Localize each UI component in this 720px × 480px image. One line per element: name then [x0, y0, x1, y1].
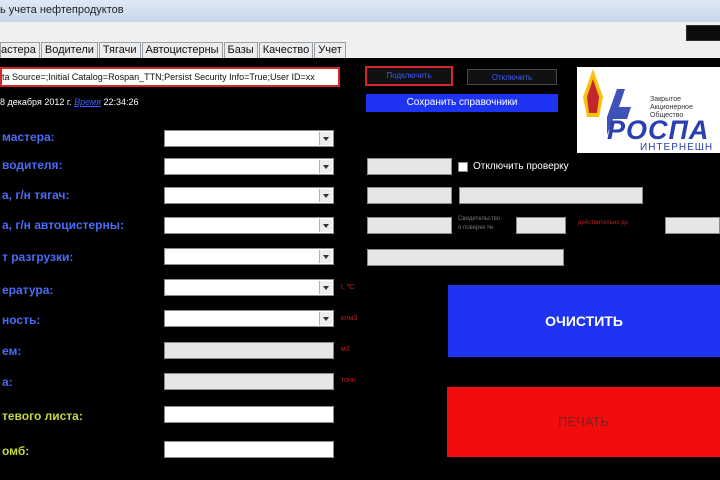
seals-label: омб: [2, 444, 30, 458]
driver-select[interactable] [164, 158, 334, 175]
connection-string-field[interactable]: ta Source=;Initial Catalog=Rospan_TTN;Pe… [0, 67, 340, 87]
tractor-select[interactable] [164, 187, 334, 204]
mass-field[interactable] [164, 373, 334, 390]
density-select[interactable] [164, 310, 334, 327]
tractor-label: а, г/н тягач: [2, 188, 70, 202]
tab-masters[interactable]: астера [0, 42, 40, 58]
tab-accounting[interactable]: Учет [314, 42, 346, 58]
certificate-label: Свидетельство о поверке № [458, 215, 500, 233]
unload-info-field[interactable] [367, 249, 564, 266]
certificate-label-line-1: Свидетельство [458, 216, 501, 222]
company-logo: Закрытое Акционерное Общество РОСПА ИНТЕ… [577, 67, 720, 153]
disable-check-label: Отключить проверку [473, 161, 569, 172]
certificate-label-line-2: о поверке № [458, 225, 494, 231]
tractor-id-field[interactable] [367, 187, 452, 204]
print-button[interactable]: ПЕЧАТЬ [447, 387, 720, 457]
unload-point-select[interactable] [164, 248, 334, 265]
tab-drivers[interactable]: Водители [40, 42, 98, 58]
volume-unit: м3 [341, 346, 350, 353]
driver-id-field[interactable] [367, 158, 452, 175]
unload-point-label: т разгрузки: [2, 250, 74, 264]
connection-string-text: ta Source=;Initial Catalog=Rospan_TTN;Pe… [2, 72, 315, 82]
volume-field[interactable] [164, 342, 334, 359]
volume-label: ем: [2, 344, 22, 358]
tab-tankers[interactable]: Автоцистерны [141, 42, 223, 58]
clear-button[interactable]: ОЧИСТИТЬ [448, 285, 720, 357]
mass-unit: тонн [341, 377, 356, 384]
title-bar: ь учета нефтепродуктов [0, 0, 720, 22]
chevron-down-icon[interactable] [319, 160, 332, 173]
current-time: 22:34:26 [103, 97, 139, 107]
seals-field[interactable] [164, 441, 334, 458]
chevron-down-icon[interactable] [319, 312, 332, 325]
tab-bases[interactable]: Базы [223, 42, 258, 58]
disconnect-button[interactable]: Отключить [467, 69, 557, 85]
current-date: 8 декабря 2012 г. [0, 97, 72, 107]
logo-text-line-1: Закрытое [650, 96, 682, 103]
window-title: ь учета нефтепродуктов [0, 4, 124, 16]
logo-text-line-2: Акционерное [650, 104, 693, 111]
disable-check-checkbox[interactable] [458, 162, 468, 172]
master-label: мастера: [2, 130, 55, 144]
temperature-label: ература: [2, 283, 54, 297]
temperature-select[interactable] [164, 279, 334, 296]
tanker-label: а, г/н автоцистерны: [2, 218, 124, 232]
save-dictionaries-button[interactable]: Сохранить справочники [366, 94, 558, 112]
master-select[interactable] [164, 130, 334, 147]
driver-label: водителя: [2, 158, 63, 172]
chevron-down-icon[interactable] [319, 281, 332, 294]
tanker-id-field[interactable] [367, 217, 452, 234]
certificate-number-field[interactable] [516, 217, 566, 234]
valid-until-field[interactable] [665, 217, 720, 234]
tab-tractors[interactable]: Тягачи [98, 42, 141, 58]
waybill-label: тевого листа: [2, 409, 83, 423]
time-link[interactable]: Время [74, 97, 101, 107]
tractor-info-field[interactable] [459, 187, 643, 204]
density-label: ность: [2, 313, 41, 327]
temperature-unit: t, ºC [341, 284, 355, 291]
tanker-select[interactable] [164, 217, 334, 234]
mass-label: а: [2, 375, 13, 389]
tab-strip: астера Водители Тягачи Автоцистерны Базы… [0, 42, 347, 58]
chevron-down-icon[interactable] [319, 189, 332, 202]
chevron-down-icon[interactable] [319, 132, 332, 145]
density-unit: кг/м3 [341, 315, 358, 322]
waybill-field[interactable] [164, 406, 334, 423]
date-time-row: 8 декабря 2012 г. Время 22:34:26 [0, 97, 139, 107]
window-control[interactable] [686, 25, 720, 41]
tab-quality[interactable]: Качество [258, 42, 314, 58]
connect-button[interactable]: Подключить [365, 66, 453, 86]
chevron-down-icon[interactable] [319, 219, 332, 232]
logo-subtitle: ИНТЕРНЕШН [640, 142, 714, 153]
valid-until-label: действительно до [578, 220, 629, 226]
chevron-down-icon[interactable] [319, 250, 332, 263]
